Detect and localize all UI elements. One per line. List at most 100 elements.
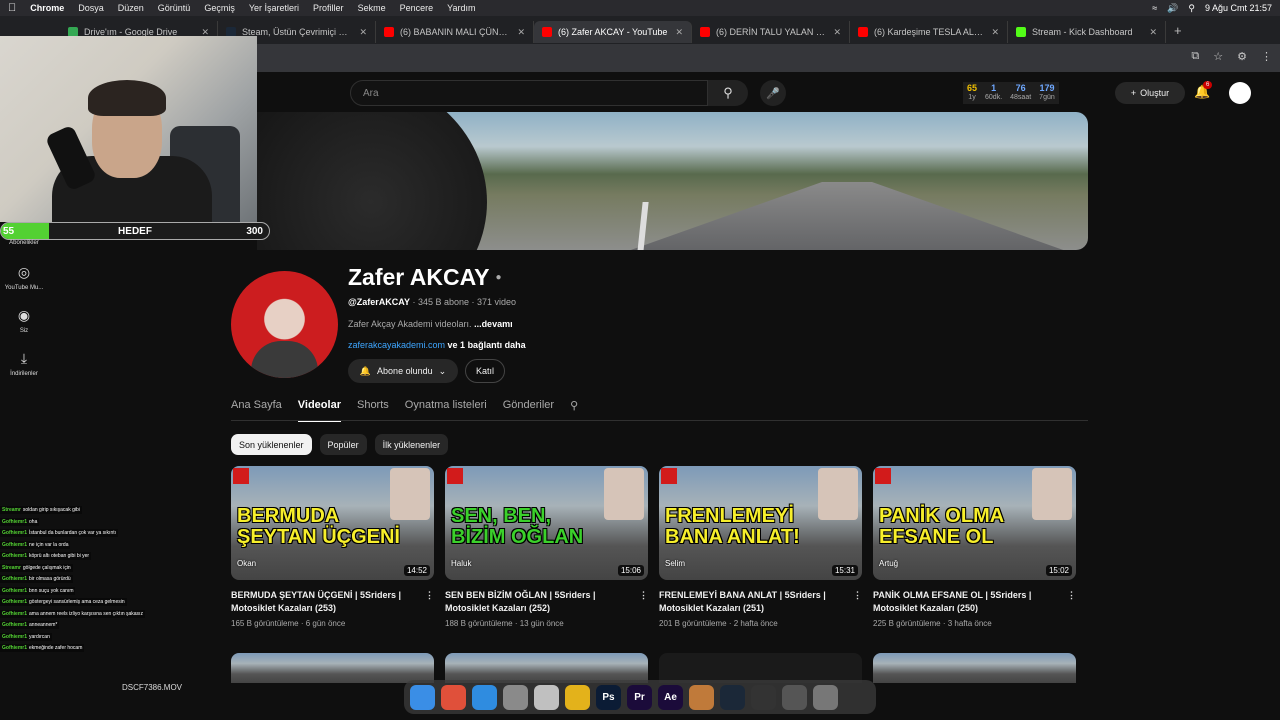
menu-icon[interactable]: ⋮ [1261,50,1272,63]
sidebar-item-music[interactable]: ◎ YouTube Mu... [0,264,48,291]
sidebar-item-subscriptions[interactable]: Abonelikler [0,240,48,246]
more-options-icon[interactable]: ⋮ [853,589,862,602]
subscribe-button[interactable]: 🔔 Abone olundu ⌄ [348,359,458,383]
menu-view[interactable]: Görüntü [158,3,191,13]
video-thumbnail[interactable]: BERMUDA ŞEYTAN ÜÇGENİ Okan 14:52 [231,466,434,580]
channel-avatar[interactable] [231,271,338,378]
volume-icon[interactable]: 🔊 [1167,3,1178,14]
dock-app-icon[interactable] [472,684,497,710]
video-thumbnail[interactable] [231,653,434,683]
close-icon[interactable]: ✕ [991,27,999,38]
dock-app-icon[interactable]: Ps [596,684,621,710]
close-icon[interactable]: ✕ [359,27,367,38]
close-icon[interactable]: ✕ [675,27,683,38]
tab-home[interactable]: Ana Sayfa [231,399,282,422]
video-thumbnail[interactable] [873,653,1076,683]
join-button[interactable]: Katıl [465,359,505,383]
video-card[interactable]: PANİK OLMA EFSANE OL Artuğ 15:02 PANİK O… [873,466,1076,628]
dock-app-icon[interactable] [751,684,776,710]
menu-window[interactable]: Pencere [400,3,434,13]
desktop-file-label[interactable]: DSCF7386.MOV [122,683,182,692]
search-icon[interactable]: ⚲ [1188,3,1195,14]
tab-kick[interactable]: Stream - Kick Dashboard ✕ [1008,21,1166,43]
tab-youtube-4[interactable]: (6) Kardeşime TESLA ALDIM ✕ [850,21,1008,43]
tab-posts[interactable]: Gönderiler [503,399,554,422]
account-avatar[interactable] [1229,82,1251,104]
close-icon[interactable]: ✕ [1149,27,1157,38]
dock-app-icon[interactable]: Pr [627,684,652,710]
toolbar-actions: ⧉ ☆ ⚙ ⋮ [1191,50,1272,63]
video-title[interactable]: PANİK OLMA EFSANE OL | 5Sriders | Motosi… [873,589,1076,615]
video-title[interactable]: SEN BEN BİZİM OĞLAN | 5Sriders | Motosik… [445,589,648,615]
close-icon[interactable]: ✕ [517,27,525,38]
sidebar-item-downloads[interactable]: ⤓ İndirilenler [0,350,48,377]
install-icon[interactable]: ⧉ [1191,50,1199,63]
apple-icon[interactable]:  [8,2,16,14]
dock-app-icon[interactable]: Ae [658,684,683,710]
chip-popular[interactable]: Popüler [319,434,367,455]
more-links[interactable]: ve 1 bağlantı daha [445,340,526,350]
brand-logo [233,468,249,484]
new-tab-icon[interactable]: + [1174,23,1182,38]
menu-edit[interactable]: Düzen [118,3,144,13]
menu-profiles[interactable]: Profiller [313,3,344,13]
tab-youtube-1[interactable]: (6) BABANIN MALI ÇÜNKÜ | ! ✕ [376,21,534,43]
dock-app-icon[interactable] [565,684,590,710]
dock-app-icon[interactable] [782,684,807,710]
bookmark-star-icon[interactable]: ☆ [1213,50,1223,63]
video-thumbnail[interactable]: SEN, BEN, BİZİM OĞLAN Haluk 15:06 [445,466,648,580]
menu-history[interactable]: Geçmiş [204,3,235,13]
sidebar-item-label: Siz [19,328,29,334]
notifications-button[interactable]: 🔔 6 [1194,81,1213,100]
video-thumbnail[interactable] [445,653,648,683]
chip-oldest[interactable]: İlk yüklenenler [374,434,449,455]
wifi-icon[interactable]: ≈ [1152,3,1157,13]
video-title[interactable]: BERMUDA ŞEYTAN ÜÇGENİ | 5Sriders | Motos… [231,589,434,615]
macos-menubar:  Chrome Dosya Düzen Görüntü Geçmiş Yer … [0,0,1280,16]
dock-app-icon[interactable] [441,684,466,710]
voice-search-button[interactable]: 🎤 [760,80,786,106]
dock-app-icon[interactable] [720,684,745,710]
video-thumbnail[interactable] [659,653,862,683]
more-options-icon[interactable]: ⋮ [639,589,648,602]
more-link[interactable]: ...devamı [474,319,513,329]
menu-bookmarks[interactable]: Yer İşaretleri [249,3,299,13]
dock-app-icon[interactable] [410,684,435,710]
chat-message: Gofhiemr1 ekmeğinde zafer hocam [0,644,85,652]
search-input[interactable]: Ara [350,80,708,106]
tab-playlists[interactable]: Oynatma listeleri [405,399,487,422]
chat-message: Gofhiemr1 yardırcan [0,632,52,641]
menu-file[interactable]: Dosya [78,3,104,13]
tab-videos[interactable]: Videolar [297,399,341,422]
video-duration: 15:31 [831,565,858,576]
create-button[interactable]: + Oluştur [1115,82,1185,104]
clock[interactable]: 9 Ağu Cmt 21:57 [1205,3,1272,13]
tab-youtube-3[interactable]: (6) DERİN TALU YALAN MAKİ ✕ [692,21,850,43]
video-thumbnail[interactable]: PANİK OLMA EFSANE OL Artuğ 15:02 [873,466,1076,580]
video-thumbnail[interactable]: FRENLEMEYİ BANA ANLAT! Selim 15:31 [659,466,862,580]
video-card[interactable]: BERMUDA ŞEYTAN ÜÇGENİ Okan 14:52 BERMUDA… [231,466,434,628]
more-options-icon[interactable]: ⋮ [1067,589,1076,602]
chat-text: köprü altı oteban gibi bi yer [29,553,90,559]
menu-help[interactable]: Yardım [447,3,475,13]
more-options-icon[interactable]: ⋮ [425,589,434,602]
extensions-icon[interactable]: ⚙ [1237,50,1247,63]
dock-app-icon[interactable] [813,684,838,710]
channel-meta: @ZaferAKCAY · 345 B abone · 371 video [348,297,516,307]
tab-youtube-active[interactable]: (6) Zafer AKCAY - YouTube ✕ [534,21,692,43]
search-button[interactable]: ⚲ [708,80,748,106]
dock-app-icon[interactable] [534,684,559,710]
app-name[interactable]: Chrome [30,3,64,13]
tab-shorts[interactable]: Shorts [357,399,389,422]
dock-app-icon[interactable] [689,684,714,710]
video-card[interactable]: FRENLEMEYİ BANA ANLAT! Selim 15:31 FRENL… [659,466,862,628]
video-card[interactable]: SEN, BEN, BİZİM OĞLAN Haluk 15:06 SEN BE… [445,466,648,628]
video-title[interactable]: FRENLEMEYİ BANA ANLAT | 5Sriders | Motos… [659,589,862,615]
search-icon[interactable]: ⚲ [570,399,578,422]
close-icon[interactable]: ✕ [833,27,841,38]
chip-latest[interactable]: Son yüklenenler [231,434,312,455]
channel-link[interactable]: zaferakcayakademi.com [348,340,445,350]
menu-tab[interactable]: Sekme [358,3,386,13]
sidebar-item-you[interactable]: ◉ Siz [0,307,48,334]
dock-app-icon[interactable] [503,684,528,710]
